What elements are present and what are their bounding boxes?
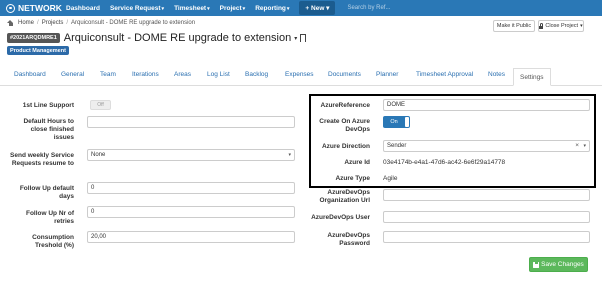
breadcrumb: Home / Projects / Arquiconsult - DOME RE… <box>7 20 195 26</box>
search-input[interactable]: Search by Ref... <box>347 5 407 11</box>
bookmark-icon[interactable] <box>300 34 307 44</box>
home-icon <box>7 20 14 26</box>
make-public-button[interactable]: Make it Public <box>493 20 535 32</box>
tab-expenses[interactable]: Expenses <box>285 71 314 78</box>
tab-bar: Dashboard General Team Iterations Areas … <box>0 68 602 86</box>
new-button[interactable]: + New ▾ <box>299 1 336 15</box>
page-title: Arquiconsult - DOME RE upgrade to extens… <box>63 32 292 44</box>
brand-logo[interactable]: NETWORK <box>6 3 66 13</box>
azure-reference-input[interactable]: DOME <box>383 99 590 111</box>
breadcrumb-separator: / <box>37 20 39 26</box>
default-hours-label: Default Hours to close finished issues <box>23 118 74 141</box>
follow-up-days-input[interactable]: 0 <box>87 182 295 194</box>
azure-user-label: AzureDevOps User <box>311 214 370 221</box>
nav-reporting[interactable]: Reporting▾ <box>255 5 289 12</box>
toggle-knob <box>405 117 409 127</box>
create-on-azure-toggle[interactable]: On <box>383 116 410 128</box>
clear-icon[interactable]: × <box>575 142 579 149</box>
weekly-service-requests-select[interactable]: None ▾ <box>87 149 295 161</box>
follow-up-retries-label: Follow Up Nr of retries <box>25 210 74 225</box>
project-id-badge: #2021ARQDMRE1 <box>7 33 60 43</box>
chevron-down-icon: ▾ <box>580 23 583 29</box>
tab-log-list[interactable]: Log List <box>207 71 230 78</box>
chevron-down-icon: ▾ <box>207 5 210 12</box>
tab-team[interactable]: Team <box>100 71 116 78</box>
azure-type-value: Agile <box>383 175 398 182</box>
tab-timesheet-approval[interactable]: Timesheet Approval <box>416 71 473 78</box>
create-on-azure-label: Create On Azure DevOps <box>319 118 370 133</box>
close-project-button[interactable]: Close Project ▾ <box>538 20 584 32</box>
azure-id-label: Azure Id <box>344 159 370 166</box>
breadcrumb-separator: / <box>66 20 69 26</box>
azure-type-label: Azure Type <box>335 175 370 182</box>
save-changes-button[interactable]: Save Changes <box>529 257 588 272</box>
tab-settings[interactable]: Settings <box>513 68 551 86</box>
azure-reference-label: AzureReference <box>320 102 371 109</box>
weekly-service-requests-label: Send weekly Service Requests resume to <box>10 152 74 167</box>
azure-direction-select[interactable]: Sender × ▾ <box>383 140 590 152</box>
follow-up-days-label: Follow Up default days <box>19 185 74 200</box>
save-icon <box>533 261 540 268</box>
category-badge: Product Management <box>7 46 69 55</box>
azure-direction-label: Azure Direction <box>321 143 370 150</box>
chevron-down-icon: ▾ <box>583 143 586 149</box>
title-dropdown-icon[interactable]: ▾ <box>294 35 297 42</box>
azure-id-value: 03e4174b-e4a1-47d6-ac42-6e6f29a14778 <box>383 159 506 166</box>
tab-backlog[interactable]: Backlog <box>245 71 268 78</box>
consumption-threshold-label: Consumption Treshold (%) <box>32 234 74 249</box>
follow-up-retries-input[interactable]: 0 <box>87 206 295 218</box>
breadcrumb-home[interactable]: Home <box>18 20 34 26</box>
title-row: #2021ARQDMRE1 Arquiconsult - DOME RE upg… <box>7 32 307 44</box>
tab-documents[interactable]: Documents <box>328 71 361 78</box>
tab-iterations[interactable]: Iterations <box>132 71 159 78</box>
nav-dashboard[interactable]: Dashboard <box>66 5 100 12</box>
tab-areas[interactable]: Areas <box>174 71 191 78</box>
first-line-support-label: 1st Line Support <box>22 102 74 109</box>
lock-icon <box>539 23 544 29</box>
chevron-down-icon: ▾ <box>286 5 290 12</box>
network-logo-icon <box>6 3 15 13</box>
azure-user-input[interactable] <box>383 211 590 223</box>
consumption-threshold-input[interactable]: 20,00 <box>87 231 295 243</box>
chevron-down-icon: ▾ <box>242 5 246 12</box>
top-navbar: NETWORK Dashboard Service Request▾ Times… <box>0 0 602 16</box>
azure-password-label: AzureDevOps Password <box>327 232 370 247</box>
chevron-down-icon: ▾ <box>288 152 291 158</box>
nav-service-request[interactable]: Service Request▾ <box>110 5 164 12</box>
org-url-input[interactable] <box>383 189 590 201</box>
tab-planner[interactable]: Planner <box>376 71 398 78</box>
nav-project[interactable]: Project▾ <box>220 5 246 12</box>
chevron-down-icon: ▾ <box>161 5 165 12</box>
breadcrumb-projects[interactable]: Projects <box>42 20 64 26</box>
breadcrumb-current: Arquiconsult - DOME RE upgrade to extens… <box>71 20 196 26</box>
azure-password-input[interactable] <box>383 231 590 243</box>
brand-name: NETWORK <box>18 3 62 13</box>
org-url-label: AzureDevOps Organization Url <box>319 189 370 204</box>
first-line-support-toggle[interactable]: Off <box>90 100 111 110</box>
default-hours-input[interactable] <box>87 116 295 128</box>
tab-dashboard[interactable]: Dashboard <box>14 71 46 78</box>
tab-notes[interactable]: Notes <box>488 71 505 78</box>
nav-timesheet[interactable]: Timesheet▾ <box>174 5 210 12</box>
tab-general[interactable]: General <box>61 71 84 78</box>
